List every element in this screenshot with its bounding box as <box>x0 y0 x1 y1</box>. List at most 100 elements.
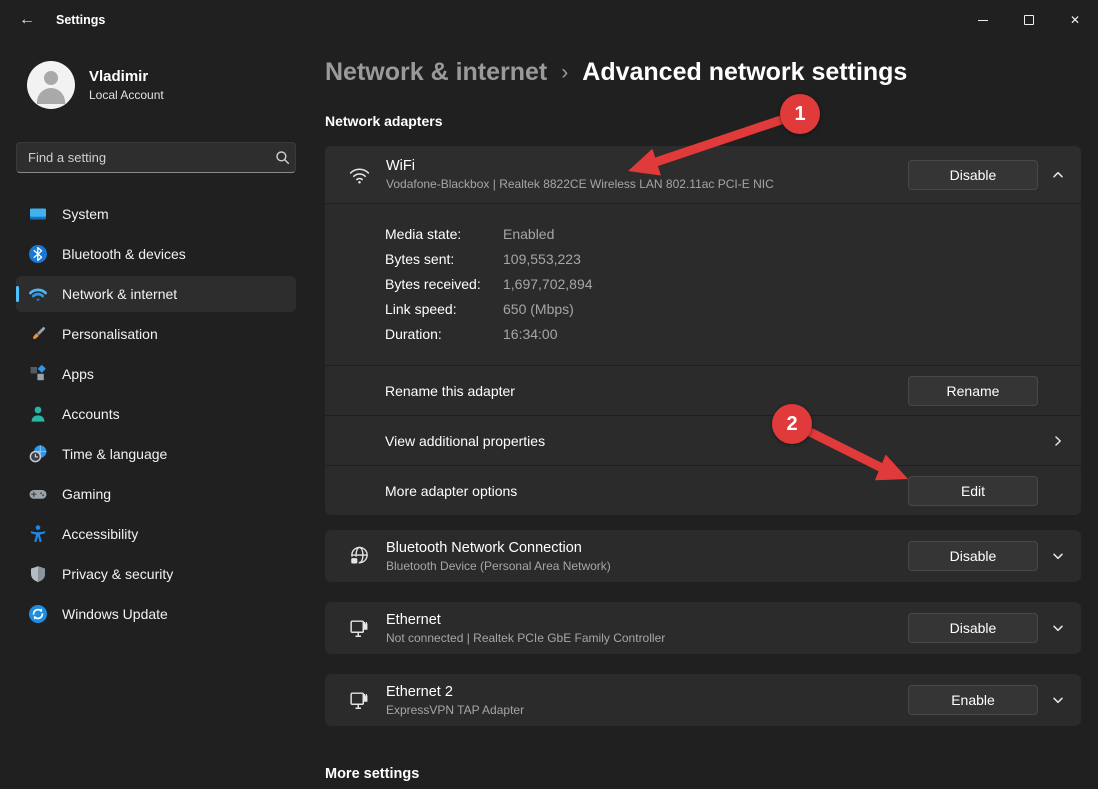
rename-adapter-label: Rename this adapter <box>385 383 908 399</box>
sidebar-item-label: Windows Update <box>62 606 168 622</box>
detail-row: Duration: 16:34:00 <box>385 321 1081 346</box>
sidebar-item-windows-update[interactable]: Windows Update <box>16 596 296 632</box>
breadcrumb-parent[interactable]: Network & internet <box>325 58 547 87</box>
bluetooth-adapter-card[interactable]: Bluetooth Network Connection Bluetooth D… <box>325 530 1081 582</box>
sidebar-item-label: Apps <box>62 366 94 382</box>
section-network-adapters: Network adapters <box>325 113 442 129</box>
detail-value: 1,697,702,894 <box>503 276 593 292</box>
adapter-subtitle: Not connected | Realtek PCIe GbE Family … <box>386 631 908 645</box>
rename-adapter-row: Rename this adapter Rename <box>325 365 1081 415</box>
bluetooth-disable-button[interactable]: Disable <box>908 541 1038 571</box>
detail-value: 650 (Mbps) <box>503 301 574 317</box>
monitor-plug-icon <box>346 617 372 640</box>
adapter-title: Bluetooth Network Connection <box>386 540 908 556</box>
apps-icon <box>28 364 48 384</box>
breadcrumb-separator-icon: › <box>561 61 568 85</box>
bluetooth-icon <box>28 244 48 264</box>
detail-row: Link speed: 650 (Mbps) <box>385 296 1081 321</box>
detail-value: 109,553,223 <box>503 251 581 267</box>
avatar <box>27 61 75 109</box>
chevron-down-icon[interactable] <box>1050 549 1066 563</box>
sidebar-item-personalisation[interactable]: Personalisation <box>16 316 296 352</box>
sidebar-item-gaming[interactable]: Gaming <box>16 476 296 512</box>
app-title: Settings <box>56 13 105 27</box>
wifi-adapter-header[interactable]: WiFi Vodafone-Blackbox | Realtek 8822CE … <box>325 146 1081 203</box>
privacy-security-icon <box>28 564 48 584</box>
search-box[interactable] <box>16 142 296 173</box>
back-button[interactable]: ← <box>12 7 42 33</box>
globe-icon <box>346 545 372 568</box>
more-adapter-options-label: More adapter options <box>385 483 908 499</box>
chevron-right-icon[interactable] <box>1050 434 1066 448</box>
sidebar-item-label: Personalisation <box>62 326 158 342</box>
search-input[interactable] <box>17 150 269 165</box>
ethernet-adapter-card[interactable]: Ethernet Not connected | Realtek PCIe Gb… <box>325 602 1081 654</box>
chevron-up-icon[interactable] <box>1050 168 1066 182</box>
edit-button[interactable]: Edit <box>908 476 1038 506</box>
wifi-disable-button[interactable]: Disable <box>908 160 1038 190</box>
sidebar-item-label: Accessibility <box>62 526 138 542</box>
detail-row: Media state: Enabled <box>385 221 1081 246</box>
detail-label: Media state: <box>385 226 503 242</box>
section-more-settings: More settings <box>325 766 419 782</box>
search-icon[interactable] <box>269 143 295 172</box>
wifi-details: Media state: Enabled Bytes sent: 109,553… <box>325 203 1081 365</box>
personalisation-icon <box>28 324 48 344</box>
wifi-adapter-card: WiFi Vodafone-Blackbox | Realtek 8822CE … <box>325 146 1081 515</box>
adapter-title: WiFi <box>386 158 908 174</box>
sidebar-item-apps[interactable]: Apps <box>16 356 296 392</box>
arrow-left-icon: ← <box>19 11 35 29</box>
detail-label: Link speed: <box>385 301 503 317</box>
chevron-down-icon[interactable] <box>1050 621 1066 635</box>
time-language-icon <box>28 444 48 464</box>
accounts-icon <box>28 404 48 424</box>
sidebar-item-accounts[interactable]: Accounts <box>16 396 296 432</box>
sidebar-item-system[interactable]: System <box>16 196 296 232</box>
sidebar-item-accessibility[interactable]: Accessibility <box>16 516 296 552</box>
wifi-icon <box>346 162 372 187</box>
detail-value: Enabled <box>503 226 554 242</box>
gaming-icon <box>28 484 48 504</box>
windows-update-icon <box>28 604 48 624</box>
sidebar-item-network-internet[interactable]: Network & internet <box>16 276 296 312</box>
network-icon <box>28 284 48 304</box>
adapter-subtitle: Bluetooth Device (Personal Area Network) <box>386 559 908 573</box>
selected-indicator <box>16 286 19 302</box>
chevron-down-icon[interactable] <box>1050 693 1066 707</box>
sidebar-item-time-language[interactable]: Time & language <box>16 436 296 472</box>
user-account-card[interactable]: Vladimir Local Account <box>27 61 164 109</box>
sidebar-item-label: Network & internet <box>62 286 177 302</box>
detail-label: Duration: <box>385 326 503 342</box>
system-icon <box>28 204 48 224</box>
user-account-type: Local Account <box>89 88 164 102</box>
view-additional-properties-label: View additional properties <box>385 433 1050 449</box>
rename-button[interactable]: Rename <box>908 376 1038 406</box>
monitor-plug-icon <box>346 689 372 712</box>
sidebar-item-label: Time & language <box>62 446 167 462</box>
more-adapter-options-row: More adapter options Edit <box>325 465 1081 515</box>
adapter-subtitle: Vodafone-Blackbox | Realtek 8822CE Wirel… <box>386 177 908 191</box>
ethernet2-adapter-card[interactable]: Ethernet 2 ExpressVPN TAP Adapter Enable <box>325 674 1081 726</box>
adapter-subtitle: ExpressVPN TAP Adapter <box>386 703 908 717</box>
sidebar-item-bluetooth-devices[interactable]: Bluetooth & devices <box>16 236 296 272</box>
page-title: Advanced network settings <box>582 58 907 87</box>
sidebar-item-label: Accounts <box>62 406 120 422</box>
adapter-title: Ethernet 2 <box>386 684 908 700</box>
detail-label: Bytes sent: <box>385 251 503 267</box>
sidebar-item-label: System <box>62 206 109 222</box>
sidebar-item-label: Gaming <box>62 486 111 502</box>
ethernet2-enable-button[interactable]: Enable <box>908 685 1038 715</box>
accessibility-icon <box>28 524 48 544</box>
sidebar-item-privacy-security[interactable]: Privacy & security <box>16 556 296 592</box>
view-additional-properties-row[interactable]: View additional properties <box>325 415 1081 465</box>
main-content: Network & internet › Advanced network se… <box>325 0 1081 789</box>
settings-window: ← Settings ✕ Vladimir Local Account Syst… <box>0 0 1098 789</box>
sidebar-item-label: Bluetooth & devices <box>62 246 186 262</box>
user-name: Vladimir <box>89 68 164 85</box>
sidebar-item-label: Privacy & security <box>62 566 173 582</box>
breadcrumb: Network & internet › Advanced network se… <box>325 58 907 87</box>
detail-row: Bytes sent: 109,553,223 <box>385 246 1081 271</box>
ethernet-disable-button[interactable]: Disable <box>908 613 1038 643</box>
adapter-title: Ethernet <box>386 612 908 628</box>
sidebar-nav: System Bluetooth & devices Network & int… <box>16 196 296 636</box>
